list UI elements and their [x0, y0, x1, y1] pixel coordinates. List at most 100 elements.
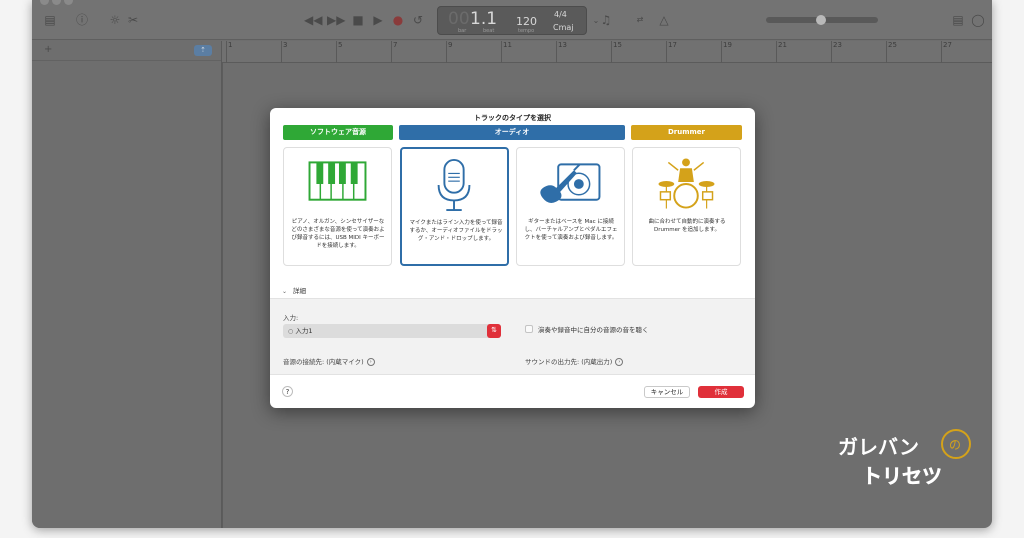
add-track-icon[interactable]: +	[44, 44, 52, 55]
play-icon[interactable]: ▶	[370, 12, 386, 28]
zoom-window-button[interactable]	[64, 0, 73, 5]
smart-controls-icon[interactable]: ☼	[107, 12, 123, 28]
input-label: 入力:	[283, 314, 299, 322]
library-icon[interactable]: ▤	[42, 12, 58, 28]
category-audio[interactable]: オーディオ	[399, 125, 625, 140]
lcd-bar-label: bar	[458, 28, 467, 34]
editors-scissors-icon[interactable]: ✂	[125, 12, 141, 28]
cancel-button[interactable]: キャンセル	[644, 386, 690, 398]
ruler-bar-line	[611, 41, 612, 63]
ruler-bar-number: 11	[503, 41, 512, 49]
help-button[interactable]: ?	[282, 386, 293, 397]
output-connection-label: サウンドの出力先: (内蔵出力)	[525, 358, 613, 366]
logo-text-top: ガレバン	[838, 435, 919, 459]
ruler-bar-line	[556, 41, 557, 63]
metronome-icon[interactable]: △	[656, 12, 672, 28]
ruler-bar-line	[721, 41, 722, 63]
minimize-window-button[interactable]	[52, 0, 61, 5]
stop-icon[interactable]: ■	[350, 12, 366, 28]
drummer-icon	[658, 158, 715, 209]
close-window-button[interactable]	[40, 0, 49, 5]
input-stepper-icon[interactable]: ⇅	[487, 324, 501, 338]
catch-playhead-icon[interactable]: ⇡	[194, 45, 212, 56]
ruler-bar-line	[226, 41, 227, 63]
lcd-position: 1.1	[470, 9, 498, 29]
ruler-bar-number: 5	[338, 41, 343, 49]
ruler-bar-number: 15	[613, 41, 622, 49]
input-channel-icon: ○	[288, 328, 294, 335]
source-connection[interactable]: 音源の接続先: (内蔵マイク) ›	[283, 356, 375, 366]
ruler-bar-line	[776, 41, 777, 63]
ruler-bar-line	[446, 41, 447, 63]
lcd-tempo: 120	[516, 15, 537, 28]
category-software-instrument[interactable]: ソフトウェア音源	[283, 125, 393, 140]
lcd-position-dim: 00	[448, 9, 470, 29]
notepad-icon[interactable]: ▤	[950, 12, 966, 28]
create-button[interactable]: 作成	[698, 386, 744, 398]
ruler-bar-line	[281, 41, 282, 63]
microphone-icon	[437, 158, 471, 212]
timeline-ruler[interactable]: 1 3 5 7 9 11 13 15 17 19 21 23 25 27	[222, 41, 992, 63]
card-software-instrument[interactable]: ピアノ、オルガン、シンセサイザーなどのさまざまな音源を使って演奏および録音するに…	[283, 147, 392, 266]
track-header-area: + ⇡	[32, 41, 222, 528]
monitor-checkbox[interactable]	[525, 325, 533, 333]
help-icon[interactable]: ⓘ	[74, 12, 90, 28]
count-in-icon[interactable]: ⇄	[632, 12, 648, 28]
details-disclosure[interactable]: ⌄ 詳細	[282, 285, 306, 295]
dialog-title: トラックのタイプを選択	[474, 114, 551, 122]
screenshot-stage: ▤ ⓘ ☼ ✂ ◀◀ ▶▶ ■ ▶ ● ↺ 00 1.1 bar beat 12…	[0, 0, 1024, 538]
playhead[interactable]	[222, 63, 223, 528]
card-description: ピアノ、オルガン、シンセサイザーなどのさまざまな音源を使って演奏および録音するに…	[291, 219, 385, 249]
ruler-bar-line	[501, 41, 502, 63]
arrow-right-circle-icon[interactable]: ›	[615, 358, 624, 366]
card-drummer[interactable]: 曲に合わせて自動的に演奏する Drummer を追加します。	[632, 147, 741, 266]
rewind-icon[interactable]: ◀◀	[304, 12, 322, 28]
source-connection-label: 音源の接続先: (内蔵マイク)	[283, 358, 364, 366]
ruler-bar-line	[336, 41, 337, 63]
lcd-tempo-label: tempo	[518, 28, 535, 34]
ruler-bar-line	[831, 41, 832, 63]
arrow-right-circle-icon[interactable]: ›	[366, 358, 375, 366]
card-audio-guitar[interactable]: ギターまたはベースを Mac に接続し、バーチャルアンプとペダルエフェクトを使っ…	[516, 147, 625, 266]
ruler-bar-number: 23	[833, 41, 842, 49]
garageband-torisetsu-logo: の ガレバン トリセツ	[838, 429, 971, 488]
cycle-icon[interactable]: ↺	[410, 12, 426, 28]
output-connection[interactable]: サウンドの出力先: (内蔵出力) ›	[525, 356, 624, 366]
category-drummer[interactable]: Drummer	[631, 125, 742, 140]
input-select[interactable]: ○ 入力1	[283, 324, 501, 338]
logo-no-glyph: の	[949, 438, 961, 452]
ruler-bar-line	[666, 41, 667, 63]
chevron-down-icon: ⌄	[282, 288, 288, 295]
lcd-beat-label: beat	[483, 28, 495, 34]
card-description: 曲に合わせて自動的に演奏する Drummer を追加します。	[648, 219, 726, 233]
piano-keyboard-icon	[308, 161, 367, 201]
details-label: 詳細	[293, 287, 307, 295]
master-volume-knob[interactable]	[816, 15, 826, 25]
ruler-bar-number: 1	[228, 41, 233, 49]
ruler-bar-number: 25	[888, 41, 897, 49]
card-audio-microphone[interactable]: マイクまたはライン入力を使って録音するか、オーディオファイルをドラッグ・アンド・…	[400, 147, 509, 266]
track-header-top: + ⇡	[32, 41, 221, 61]
ruler-bar-number: 19	[723, 41, 732, 49]
details-pane: 入力: ○ 入力1 ⇅ 演奏や録音中に自分の音源の音を聴く 音源の接続先: (内…	[270, 298, 755, 375]
card-description: ギターまたはベースを Mac に接続し、バーチャルアンプとペダルエフェクトを使っ…	[524, 219, 618, 241]
monitor-label: 演奏や録音中に自分の音源の音を聴く	[538, 326, 649, 334]
fast-forward-icon[interactable]: ▶▶	[327, 12, 345, 28]
logo-text-bottom: トリセツ	[862, 464, 942, 488]
loop-browser-icon[interactable]: ◯	[970, 12, 986, 28]
ruler-bar-line	[391, 41, 392, 63]
input-select-value: 入力1	[295, 327, 313, 335]
ruler-bar-line	[941, 41, 942, 63]
record-icon[interactable]: ●	[390, 12, 406, 28]
track-type-dialog: トラックのタイプを選択 ソフトウェア音源 オーディオ Drummer ピアノ、オ…	[270, 108, 755, 408]
ruler-bar-number: 21	[778, 41, 787, 49]
ruler-bar-number: 3	[283, 41, 288, 49]
ruler-bar-number: 9	[448, 41, 453, 49]
card-description: マイクまたはライン入力を使って録音するか、オーディオファイルをドラッグ・アンド・…	[409, 220, 503, 242]
tuner-icon[interactable]: ♫	[598, 12, 614, 28]
lcd-display[interactable]: 00 1.1 bar beat 120 tempo 4/4 Cmaj	[437, 6, 587, 35]
lcd-time-signature: 4/4	[554, 10, 567, 19]
ruler-bar-number: 27	[943, 41, 952, 49]
lcd-key: Cmaj	[553, 23, 574, 32]
ruler-bar-number: 13	[558, 41, 567, 49]
